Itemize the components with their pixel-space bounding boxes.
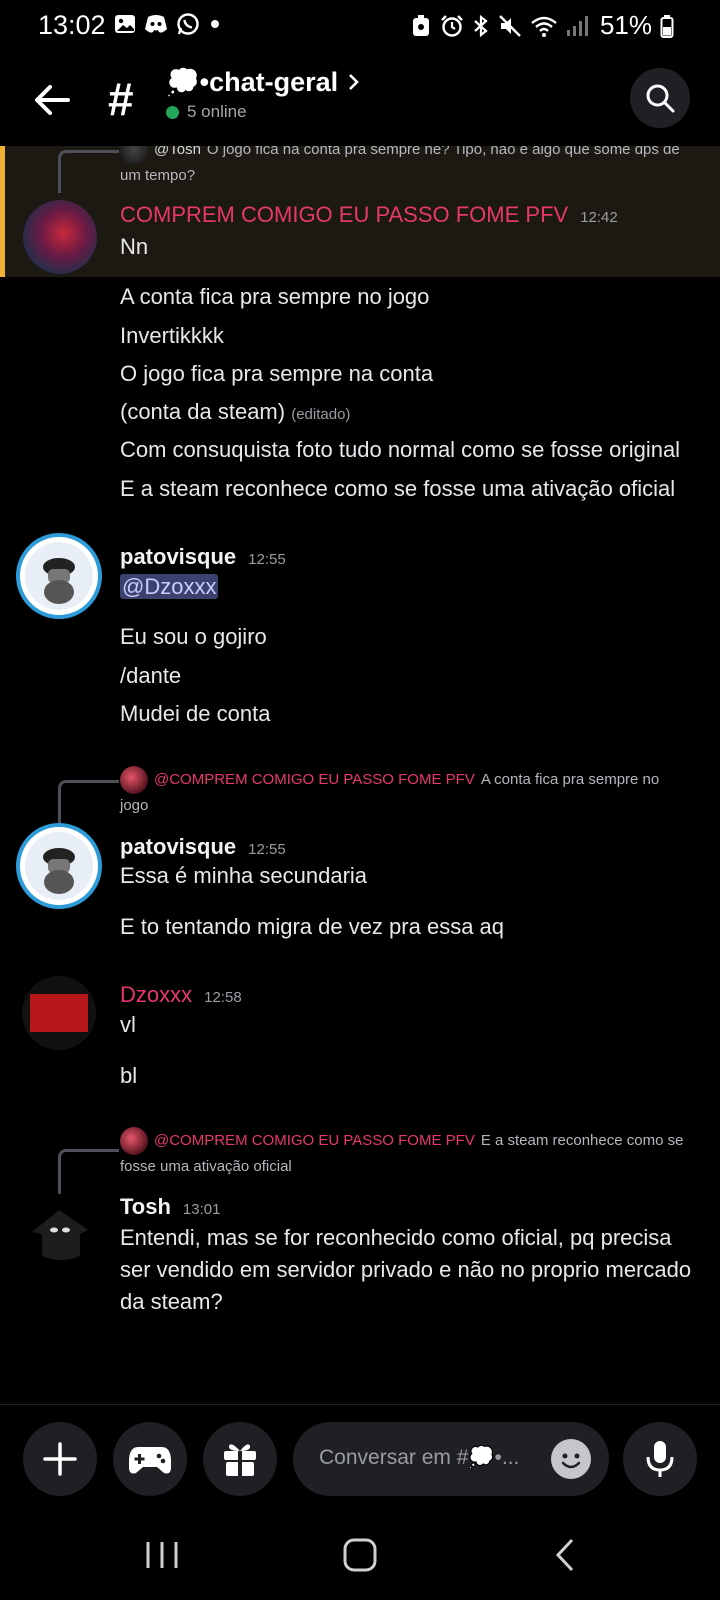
avatar-character-icon	[25, 832, 93, 900]
message-input-placeholder: Conversar em #💭•...	[319, 1446, 520, 1469]
message-text: (conta da steam)	[120, 399, 286, 424]
channel-hash-icon: #	[108, 73, 134, 125]
message-text: A conta fica pra sempre no jogo	[120, 284, 430, 309]
gift-icon	[224, 1444, 256, 1476]
home-icon	[343, 1538, 377, 1572]
activities-button[interactable]	[113, 1422, 187, 1496]
add-attachment-button[interactable]	[23, 1422, 97, 1496]
message-time: 12:55	[248, 841, 286, 858]
image-icon	[115, 15, 135, 33]
reply-avatar	[120, 146, 148, 164]
back-button[interactable]	[30, 76, 78, 124]
message-text: Mudei de conta	[120, 701, 271, 726]
reply-author: @COMPREM COMIGO EU PASSO FOME PFV	[154, 1131, 475, 1149]
avatar[interactable]	[22, 976, 96, 1050]
channel-title[interactable]: 💭•chat-geral	[166, 66, 364, 98]
message-text: /dante	[120, 663, 182, 688]
avatar-image	[30, 994, 88, 1032]
edited-label: (editado)	[291, 406, 351, 423]
whatsapp-icon	[177, 13, 199, 35]
reply-spine	[58, 780, 119, 825]
avatar-character-icon	[25, 542, 93, 610]
home-button[interactable]	[341, 1536, 379, 1579]
message-author[interactable]: patovisque	[120, 544, 236, 569]
reply-text: O jogo fica na conta pra sempre né? Tipo…	[120, 146, 680, 184]
message-list[interactable]: @Tosh O jogo fica na conta pra sempre né?…	[0, 146, 720, 1404]
reply-preview[interactable]: @Tosh O jogo fica na conta pra sempre né?…	[120, 146, 690, 188]
search-icon	[646, 84, 675, 113]
message-text: bl	[120, 1063, 138, 1088]
wifi-icon	[531, 16, 557, 37]
message-text: vl	[120, 1012, 136, 1037]
message-text: Essa é minha secundaria	[120, 863, 368, 888]
online-count: 5 online	[187, 102, 247, 121]
recents-icon	[146, 1542, 178, 1568]
message-text: O jogo fica pra sempre na conta	[120, 361, 434, 386]
gift-button[interactable]	[203, 1422, 277, 1496]
message-time: 13:01	[182, 1201, 221, 1218]
avatar[interactable]	[22, 1194, 96, 1268]
mute-icon	[499, 14, 521, 37]
reply-spine	[58, 1149, 119, 1194]
bluetooth-icon	[474, 14, 488, 37]
message-input[interactable]: Conversar em #💭•...	[293, 1422, 609, 1496]
battery-percent: 51%	[599, 10, 652, 40]
channel-name: 💭•chat-geral	[166, 67, 339, 97]
back-icon	[555, 1538, 574, 1572]
emoji-icon	[561, 1453, 581, 1469]
user-mention[interactable]: @Dzoxxx	[120, 574, 219, 599]
mic-icon	[646, 1441, 674, 1477]
signal-icon	[566, 15, 588, 36]
chevron-right-icon	[349, 74, 359, 90]
dot-icon	[211, 20, 219, 28]
voice-message-button[interactable]	[623, 1422, 697, 1496]
alarm-clock-icon	[441, 14, 463, 37]
system-nav-bar	[0, 1524, 720, 1600]
message-text-edited: (conta da steam) (editado)	[120, 399, 350, 425]
reply-preview[interactable]: @COMPREM COMIGO EU PASSO FOME PFV A conta…	[120, 766, 690, 818]
message-text: Eu sou o gojiro	[120, 624, 267, 649]
reply-spine	[58, 150, 119, 193]
avatar[interactable]	[16, 823, 102, 909]
message-author[interactable]: COMPREM COMIGO EU PASSO FOME PFV	[120, 202, 568, 227]
discord-icon	[145, 15, 167, 33]
reply-preview[interactable]: @COMPREM COMIGO EU PASSO FOME PFV E a ste…	[120, 1127, 690, 1179]
battery-icon	[660, 14, 674, 38]
status-time: 13:02	[38, 10, 106, 40]
message-text: Entendi, mas se for reconhecido como ofi…	[120, 1225, 692, 1314]
plus-icon	[43, 1442, 77, 1476]
status-bar: 13:02 51%	[0, 0, 720, 52]
message-author[interactable]: Dzoxxx	[120, 982, 192, 1007]
gamepad-icon	[129, 1447, 171, 1474]
avatar[interactable]	[16, 533, 102, 619]
message-highlighted[interactable]: @Tosh O jogo fica na conta pra sempre né?…	[0, 146, 720, 277]
back-arrow-icon	[35, 85, 70, 115]
recents-button[interactable]	[140, 1538, 184, 1577]
composer-bar: Conversar em #💭•...	[0, 1404, 720, 1525]
avatar[interactable]	[23, 200, 97, 274]
reply-avatar	[120, 766, 148, 794]
message-time: 12:55	[248, 551, 286, 568]
online-dot	[166, 105, 179, 119]
system-back-button[interactable]	[548, 1536, 582, 1579]
message-text: E a steam reconhece como se fosse uma at…	[120, 476, 676, 501]
avatar-hooded-figure-icon	[32, 1210, 88, 1260]
message-text: @Dzoxxx	[120, 574, 219, 600]
message-author[interactable]: Tosh	[120, 1194, 171, 1219]
message-time: 12:58	[204, 989, 242, 1006]
message-author[interactable]: patovisque	[120, 834, 236, 859]
message-time: 12:42	[580, 209, 618, 226]
emoji-button[interactable]	[551, 1439, 591, 1479]
message-text: Invertikkkk	[120, 323, 224, 348]
search-button[interactable]	[630, 68, 690, 128]
channel-header: # 💭•chat-geral 5 online	[0, 52, 720, 146]
reply-author: @Tosh	[154, 146, 201, 158]
reply-author: @COMPREM COMIGO EU PASSO FOME PFV	[154, 770, 475, 788]
alarm-icon	[412, 14, 429, 36]
online-status: 5 online	[166, 102, 247, 122]
reply-avatar	[120, 1127, 148, 1155]
message-text: Com consuquista foto tudo normal como se…	[120, 437, 681, 462]
message-text: E to tentando migra de vez pra essa aq	[120, 914, 505, 939]
message-text: Nn	[120, 234, 149, 259]
